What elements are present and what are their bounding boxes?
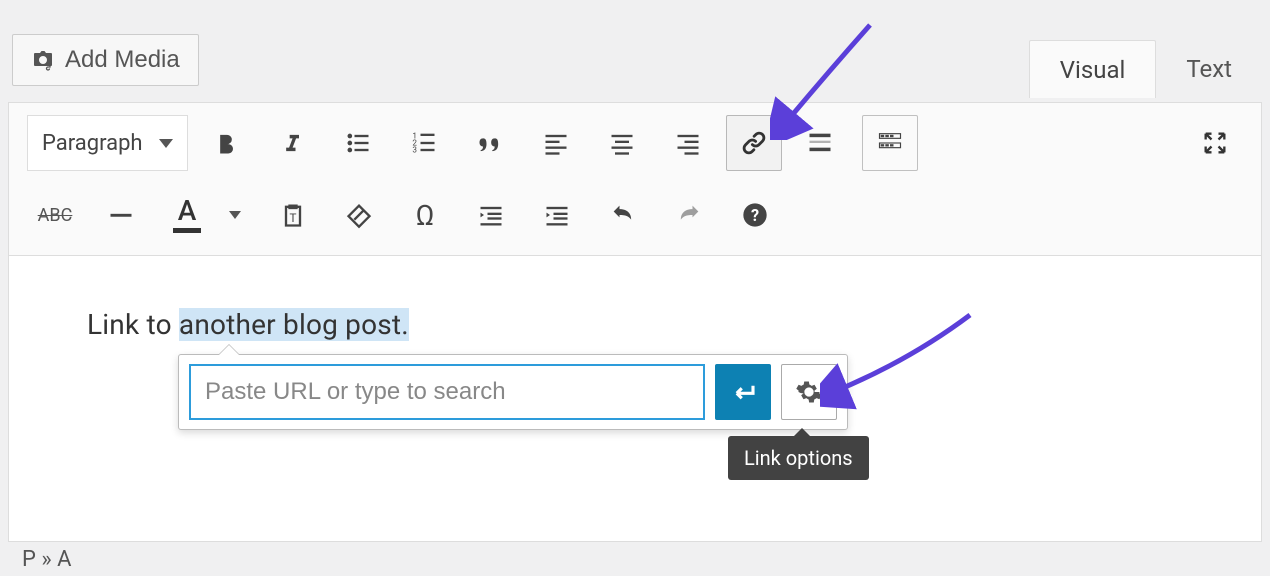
toolbar-toggle-button[interactable] [862, 115, 918, 171]
special-character-button[interactable]: Ω [397, 187, 453, 243]
tab-text[interactable]: Text [1156, 40, 1262, 98]
link-options-button[interactable] [781, 364, 837, 420]
editor-text: Link to another blog post. [87, 308, 409, 341]
link-inline-popup [178, 354, 848, 430]
editor-toolbar: Paragraph 123 ABC A T Ω [8, 102, 1262, 256]
numbered-list-button[interactable]: 123 [396, 115, 452, 171]
svg-text:3: 3 [412, 144, 417, 154]
enter-icon [728, 377, 758, 407]
gear-icon [795, 378, 823, 406]
paragraph-select[interactable]: Paragraph [27, 115, 188, 171]
paste-as-text-button[interactable]: T [265, 187, 321, 243]
horizontal-rule-button[interactable] [93, 187, 149, 243]
chevron-down-icon [229, 211, 241, 219]
strikethrough-button[interactable]: ABC [27, 187, 83, 243]
clear-formatting-button[interactable] [331, 187, 387, 243]
align-center-button[interactable] [594, 115, 650, 171]
read-more-button[interactable] [792, 115, 848, 171]
italic-button[interactable] [264, 115, 320, 171]
chevron-down-icon [159, 139, 173, 148]
text-color-button[interactable]: A [159, 187, 215, 243]
selected-text: another blog post. [179, 308, 409, 341]
bullet-list-button[interactable] [330, 115, 386, 171]
link-button[interactable] [726, 115, 782, 171]
blockquote-button[interactable] [462, 115, 518, 171]
help-button[interactable]: ? [727, 187, 783, 243]
link-url-input[interactable] [189, 364, 705, 420]
tooltip-link-options: Link options [728, 436, 869, 480]
undo-button[interactable] [595, 187, 651, 243]
align-left-button[interactable] [528, 115, 584, 171]
element-path: P » A [22, 547, 71, 572]
bold-button[interactable] [198, 115, 254, 171]
indent-button[interactable] [529, 187, 585, 243]
element-path-a[interactable]: A [57, 547, 71, 572]
svg-text:?: ? [751, 206, 759, 225]
align-right-button[interactable] [660, 115, 716, 171]
tab-visual[interactable]: Visual [1029, 40, 1157, 98]
add-media-button[interactable]: Add Media [12, 34, 199, 86]
link-apply-button[interactable] [715, 364, 771, 420]
svg-text:T: T [290, 211, 297, 225]
camera-music-icon [31, 48, 55, 72]
add-media-label: Add Media [65, 46, 180, 74]
text-color-dropdown[interactable] [215, 187, 255, 243]
outdent-button[interactable] [463, 187, 519, 243]
editor-tabs: Visual Text [1029, 40, 1262, 98]
element-path-p[interactable]: P [22, 547, 36, 572]
redo-button[interactable] [661, 187, 717, 243]
fullscreen-button[interactable] [1187, 115, 1243, 171]
